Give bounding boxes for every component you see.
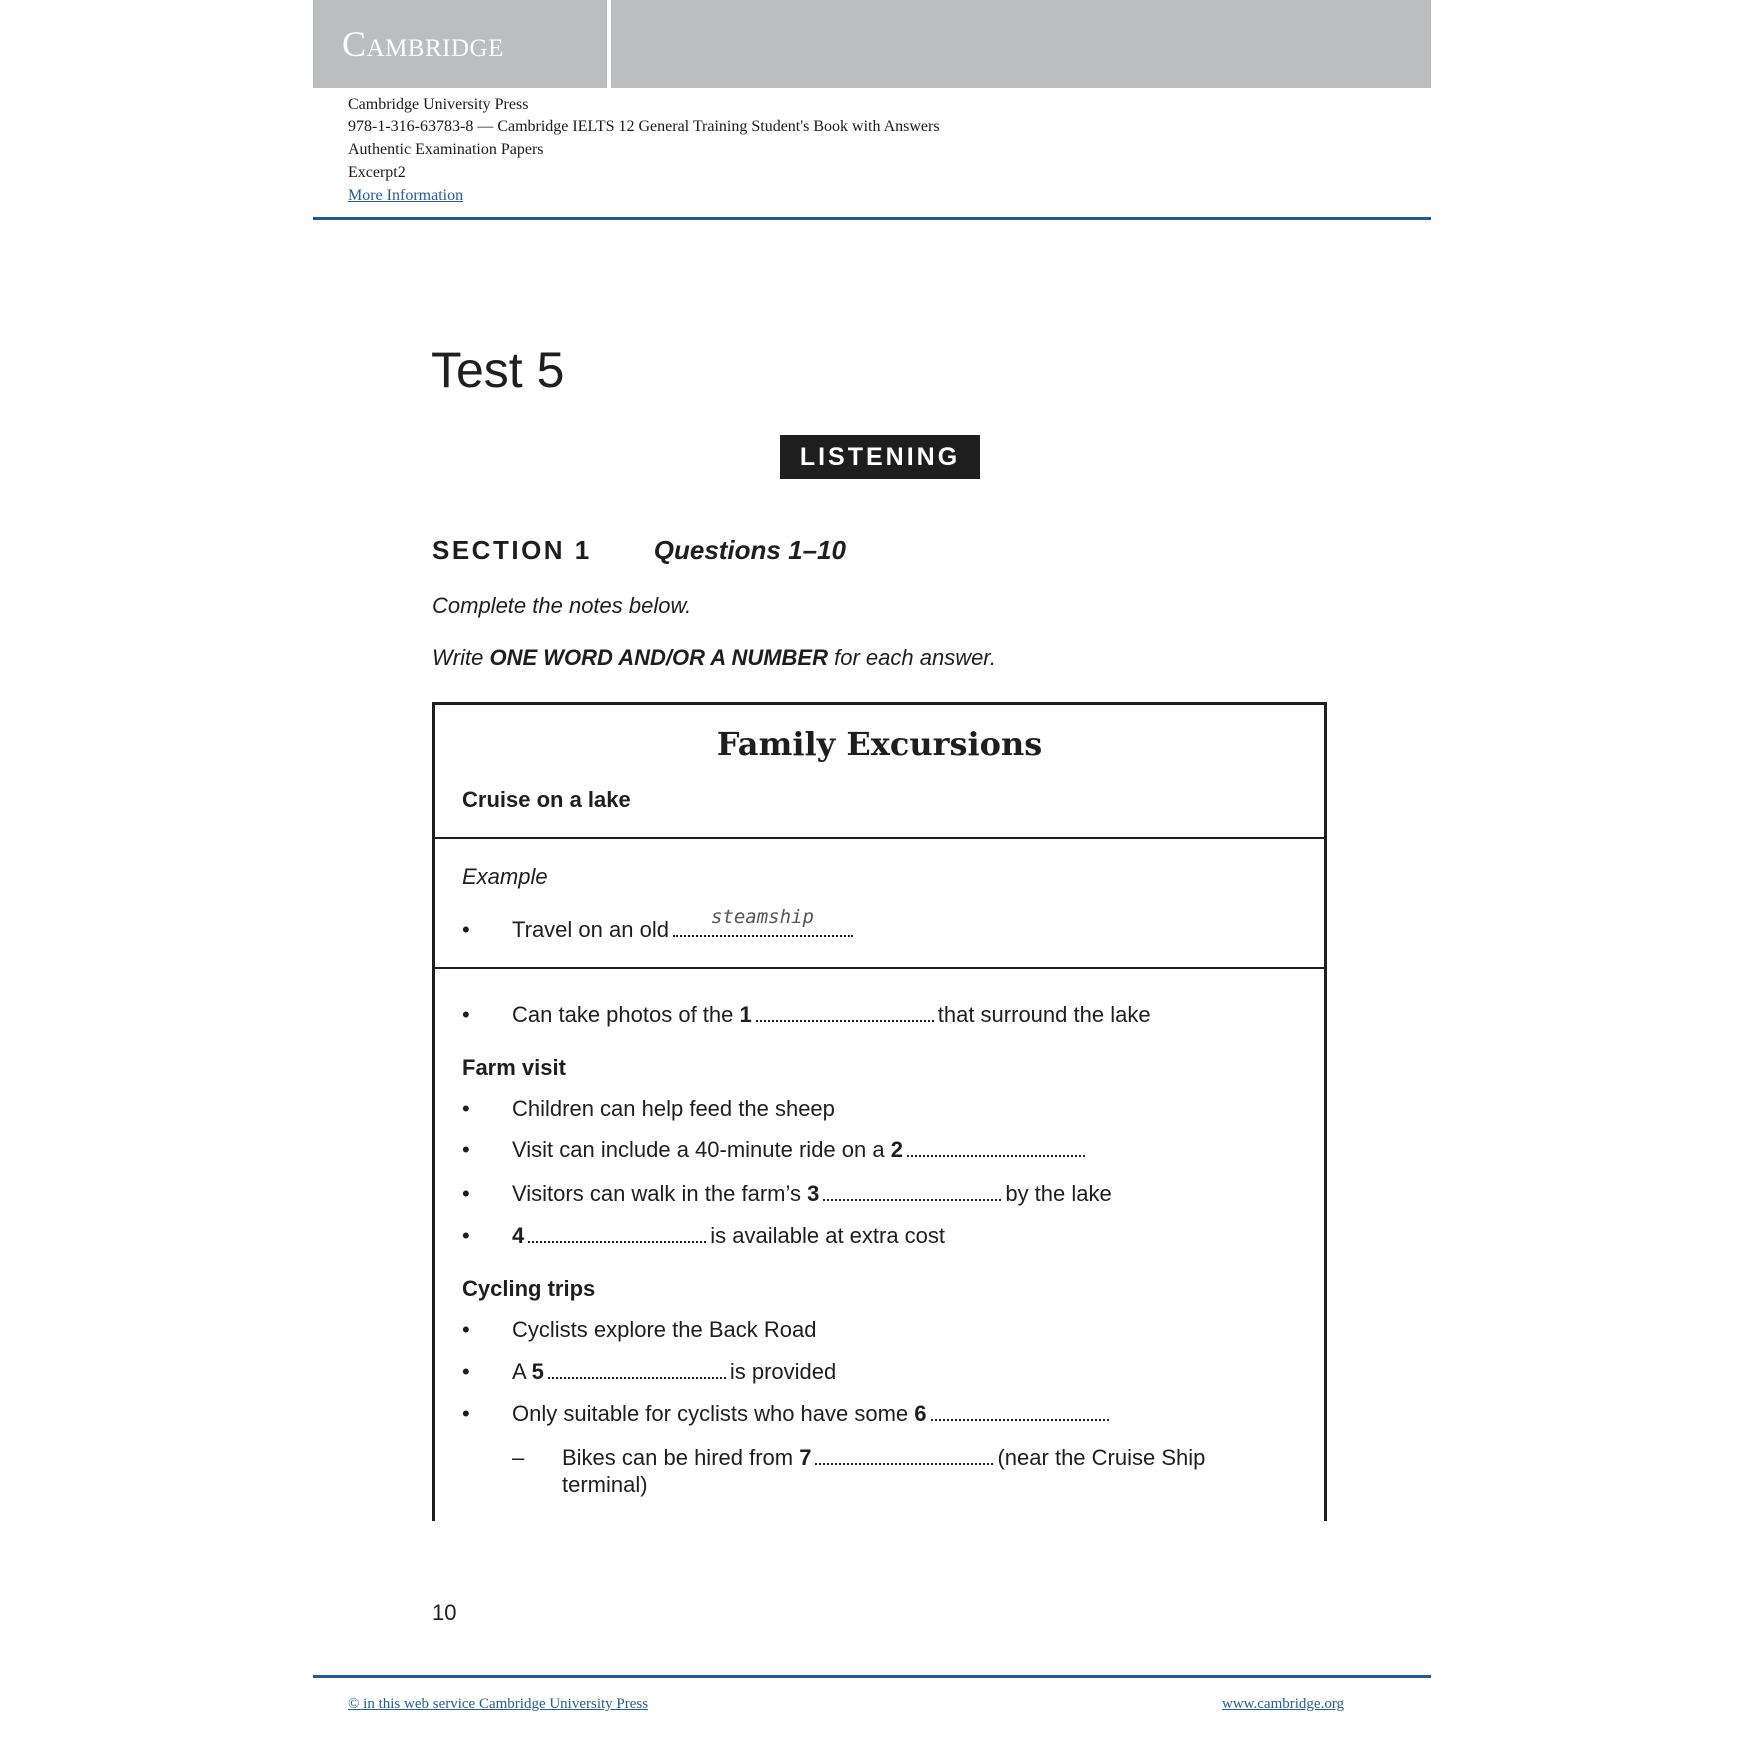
publisher-name: Cambridge University Press <box>348 96 529 113</box>
notes-divider <box>432 837 1327 839</box>
question-number: 1 <box>739 1002 752 1027</box>
listening-badge: LISTENING <box>780 435 980 479</box>
item-text: A <box>512 1359 532 1384</box>
book-isbn-title: 978-1-316-63783-8 — Cambridge IELTS 12 G… <box>348 118 940 135</box>
list-item: • Cyclists explore the Back Road <box>462 1316 816 1344</box>
bullet-icon: • <box>462 1401 470 1426</box>
book-subtitle: Authentic Examination Papers <box>348 141 544 158</box>
item-text: Visitors can walk in the farm’s <box>512 1181 808 1206</box>
section-questions: Questions 1–10 <box>653 535 846 565</box>
cambridge-site-link[interactable]: www.cambridge.org <box>1222 1696 1344 1713</box>
question-number: 3 <box>807 1181 820 1206</box>
bullet-icon: • <box>462 1002 470 1027</box>
answer-blank-3[interactable] <box>823 1199 1002 1201</box>
excerpt-label: Excerpt2 <box>348 164 406 181</box>
more-information-link[interactable]: More Information <box>348 186 463 206</box>
item-text: that surround the lake <box>937 1002 1151 1027</box>
cambridge-logo: Cambridge <box>342 24 504 64</box>
instruction-text: Write <box>432 645 490 670</box>
instruction-emphasis: ONE WORD AND/OR A NUMBER <box>489 645 828 670</box>
bullet-icon: • <box>462 1359 470 1384</box>
instruction-complete-notes: Complete the notes below. <box>432 593 692 618</box>
header-divider <box>313 217 1431 220</box>
answer-blank-4[interactable] <box>528 1241 707 1243</box>
section-heading: SECTION 1 Questions 1–10 <box>432 534 846 566</box>
notes-title: Family Excursions <box>716 725 1043 763</box>
question-number: 4 <box>512 1223 525 1248</box>
test-title: Test 5 <box>431 342 565 398</box>
item-text: Visit can include a 40-minute ride on a <box>512 1137 891 1162</box>
cycling-heading: Cycling trips <box>462 1276 596 1301</box>
item-text: Cyclists explore the Back Road <box>512 1317 817 1342</box>
answer-blank-1[interactable] <box>755 1020 934 1022</box>
copyright-link[interactable]: © in this web service Cambridge Universi… <box>348 1696 648 1713</box>
question-item-3: • Visitors can walk in the farm’s 3 by the… <box>462 1180 1112 1208</box>
bullet-icon: • <box>462 1181 470 1206</box>
cruise-heading: Cruise on a lake <box>462 787 631 812</box>
item-text: Bikes can be hired from <box>562 1445 800 1470</box>
example-answer: steamship <box>710 906 814 928</box>
item-text: Travel on an old <box>512 917 669 942</box>
answer-blank-2[interactable] <box>906 1155 1085 1157</box>
section-label: SECTION 1 <box>432 535 592 565</box>
header-band <box>611 0 1431 88</box>
answer-blank-6[interactable] <box>930 1419 1109 1421</box>
instruction-text: for each answer. <box>828 645 996 670</box>
question-item-1: • Can take photos of the 1 that surround t… <box>462 1001 1151 1029</box>
item-text: by the lake <box>1005 1181 1112 1206</box>
answer-blank: steamship <box>672 906 853 937</box>
bullet-icon: • <box>462 1317 470 1342</box>
question-number: 6 <box>914 1401 927 1426</box>
question-number: 7 <box>799 1445 812 1470</box>
question-item-6: • Only suitable for cyclists who have som… <box>462 1400 1113 1428</box>
bullet-icon: • <box>462 917 470 942</box>
instruction-word-limit: Write ONE WORD AND/OR A NUMBER for each … <box>432 644 996 672</box>
dash-icon: – <box>512 1445 525 1470</box>
item-text: Can take photos of the <box>512 1002 740 1027</box>
item-text: Children can help feed the sheep <box>512 1096 835 1121</box>
bullet-icon: • <box>462 1096 470 1121</box>
question-item-5: • A 5 is provided <box>462 1358 836 1386</box>
bullet-icon: • <box>462 1223 470 1248</box>
example-label: Example <box>462 864 548 889</box>
item-continuation: terminal) <box>562 1472 648 1497</box>
item-text: is provided <box>729 1359 837 1384</box>
item-text: (near the Cruise Ship <box>997 1445 1206 1470</box>
bullet-icon: • <box>462 1137 470 1162</box>
question-item-2: • Visit can include a 40-minute ride on a… <box>462 1136 1089 1164</box>
answer-blank-7[interactable] <box>815 1463 994 1465</box>
question-item-4: • 4 is available at extra cost <box>462 1222 945 1250</box>
page-number: 10 <box>432 1600 457 1625</box>
example-item: • Travel on an old steamship <box>462 906 857 944</box>
footer-divider <box>313 1675 1431 1678</box>
question-item-7: – Bikes can be hired from 7 (near the Crui… <box>512 1444 1205 1472</box>
question-number: 5 <box>531 1359 544 1384</box>
item-text: is available at extra cost <box>710 1223 946 1248</box>
item-text: Only suitable for cyclists who have some <box>512 1401 915 1426</box>
list-item: • Children can help feed the sheep <box>462 1095 835 1123</box>
answer-blank-5[interactable] <box>547 1377 726 1379</box>
farm-heading: Farm visit <box>462 1055 566 1080</box>
question-number: 2 <box>890 1137 903 1162</box>
notes-divider <box>432 967 1327 969</box>
